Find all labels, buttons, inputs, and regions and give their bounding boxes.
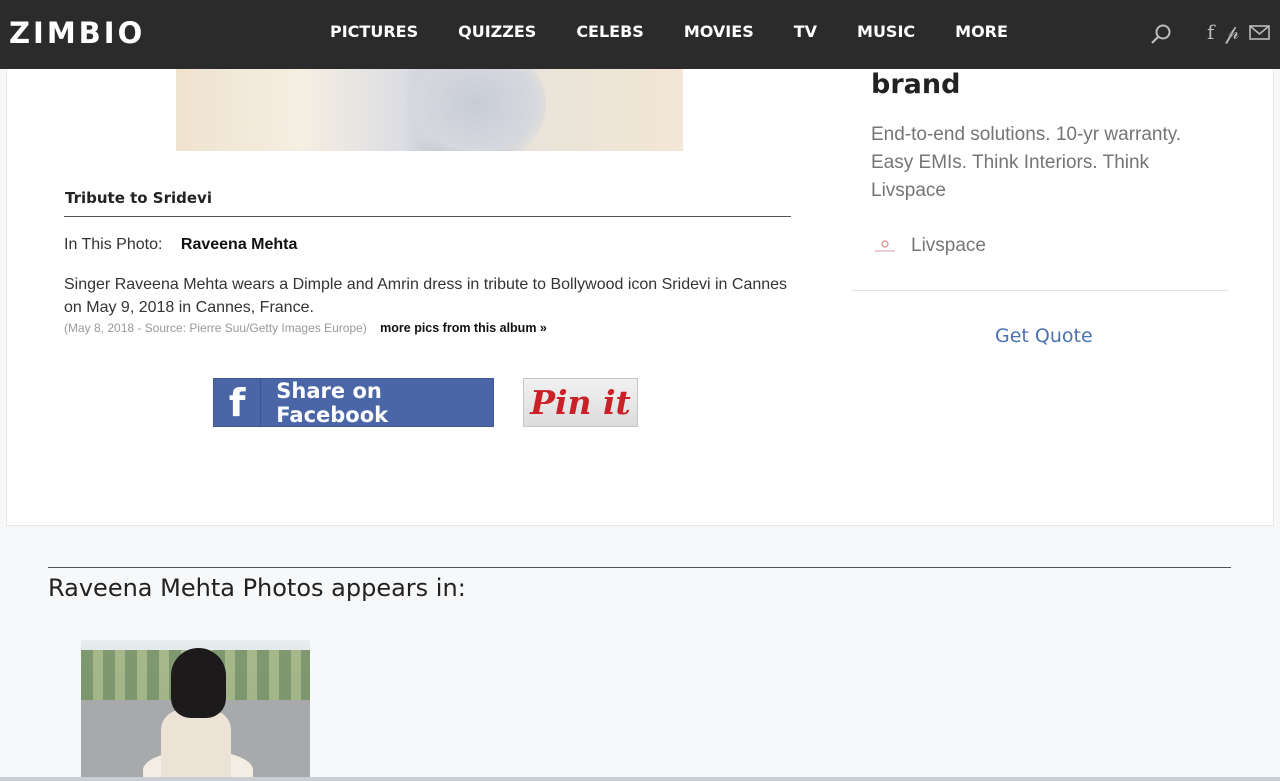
photo-caption-title: Tribute to Sridevi bbox=[65, 189, 212, 207]
pin-it-label: Pin it bbox=[530, 383, 631, 422]
nav-tv[interactable]: TV bbox=[794, 22, 817, 41]
more-pics-link[interactable]: more pics from this album » bbox=[380, 321, 547, 335]
ad-headline[interactable]: brand bbox=[871, 69, 960, 100]
main-photo[interactable] bbox=[176, 69, 683, 151]
in-photo-person-link[interactable]: Raveena Mehta bbox=[181, 236, 298, 253]
top-navbar: ZIMBIO PICTURES QUIZZES CELEBS MOVIES TV… bbox=[0, 0, 1280, 69]
nav-celebs[interactable]: CELEBS bbox=[576, 22, 644, 41]
nav-quizzes[interactable]: QUIZZES bbox=[458, 22, 536, 41]
ad-advertiser[interactable]: Livspace bbox=[911, 235, 986, 257]
search-icon[interactable] bbox=[1150, 23, 1172, 45]
share-facebook-label: Share on Facebook bbox=[276, 378, 389, 427]
ad-divider bbox=[852, 290, 1228, 291]
nav-music[interactable]: MUSIC bbox=[857, 22, 915, 41]
photo-source: (May 8, 2018 - Source: Pierre Suu/Getty … bbox=[64, 321, 367, 335]
main-nav: PICTURES QUIZZES CELEBS MOVIES TV MUSIC … bbox=[330, 22, 1008, 41]
photo-card: Tribute to Sridevi In This Photo: Raveen… bbox=[6, 69, 1274, 526]
facebook-icon[interactable]: f bbox=[1207, 20, 1214, 44]
in-photo-label: In This Photo: bbox=[64, 236, 163, 253]
caption-divider bbox=[64, 216, 791, 217]
header-icons: f 𝓅 bbox=[1140, 20, 1280, 48]
pin-it-button[interactable]: Pin it bbox=[523, 378, 638, 427]
nav-more[interactable]: MORE bbox=[955, 22, 1008, 41]
section-divider bbox=[48, 567, 1231, 568]
pinterest-icon[interactable]: 𝓅 bbox=[1225, 20, 1239, 44]
livspace-logo-icon bbox=[875, 240, 895, 252]
mail-icon[interactable] bbox=[1249, 25, 1270, 40]
nav-movies[interactable]: MOVIES bbox=[684, 22, 754, 41]
nav-pictures[interactable]: PICTURES bbox=[330, 22, 418, 41]
facebook-icon: f bbox=[214, 379, 262, 426]
site-logo[interactable]: ZIMBIO bbox=[9, 16, 145, 50]
share-facebook-button[interactable]: f Share on Facebook bbox=[213, 378, 494, 427]
appears-in-title: Raveena Mehta Photos appears in: bbox=[48, 574, 466, 602]
photo-meta: (May 8, 2018 - Source: Pierre Suu/Getty … bbox=[64, 321, 547, 335]
ad-body: End-to-end solutions. 10-yr warranty. Ea… bbox=[871, 124, 1182, 201]
album-thumbnail[interactable] bbox=[81, 640, 310, 781]
photo-description: Singer Raveena Mehta wears a Dimple and … bbox=[64, 276, 788, 316]
page-bottom-edge bbox=[0, 777, 1280, 781]
ad-get-quote-button[interactable]: Get Quote bbox=[995, 325, 1093, 347]
in-this-photo: In This Photo: Raveena Mehta bbox=[64, 236, 297, 254]
